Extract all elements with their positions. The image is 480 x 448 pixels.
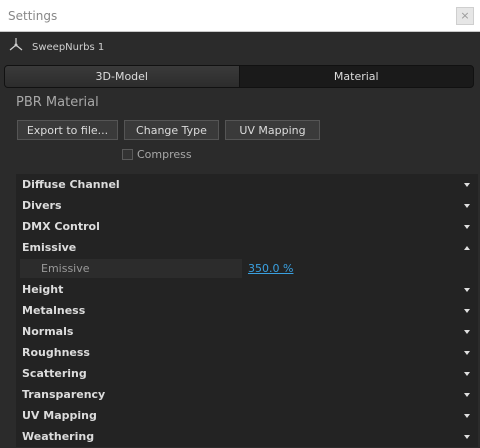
window-title: Settings bbox=[8, 8, 58, 23]
close-button[interactable]: × bbox=[456, 6, 474, 25]
channel-label: Normals bbox=[22, 325, 74, 338]
expand-arrow-icon bbox=[464, 308, 470, 313]
tab-material[interactable]: Material bbox=[240, 66, 474, 87]
expand-arrow-icon bbox=[464, 224, 470, 229]
expand-arrow-icon bbox=[464, 350, 470, 355]
channel-label: Transparency bbox=[22, 388, 106, 401]
channel-label: Weathering bbox=[22, 430, 95, 443]
channel-scattering[interactable]: Scattering bbox=[16, 363, 478, 384]
channel-label: Metalness bbox=[22, 304, 86, 317]
channel-metalness[interactable]: Metalness bbox=[16, 300, 478, 321]
channel-dmx-control[interactable]: DMX Control bbox=[16, 216, 478, 237]
channel-label: Divers bbox=[22, 199, 62, 212]
channel-label: Scattering bbox=[22, 367, 87, 380]
expand-arrow-icon bbox=[464, 392, 470, 397]
compress-row: Compress bbox=[122, 147, 480, 161]
emissive-param-label: Emissive bbox=[41, 262, 90, 275]
sweep-nurbs-icon bbox=[8, 37, 24, 57]
uv-mapping-button[interactable]: UV Mapping bbox=[225, 120, 320, 140]
channel-label: UV Mapping bbox=[22, 409, 97, 422]
object-header: SweepNurbs 1 bbox=[0, 32, 480, 62]
title-bar: Settings × bbox=[0, 0, 480, 32]
compress-label: Compress bbox=[137, 147, 192, 161]
channel-label: Roughness bbox=[22, 346, 90, 359]
expand-arrow-icon bbox=[464, 203, 470, 208]
expand-arrow-icon bbox=[464, 371, 470, 376]
channel-divers[interactable]: Divers bbox=[16, 195, 478, 216]
channel-diffuse[interactable]: Diffuse Channel bbox=[16, 174, 478, 195]
change-type-button[interactable]: Change Type bbox=[124, 120, 219, 140]
channel-transparency[interactable]: Transparency bbox=[16, 384, 478, 405]
channel-uv-mapping[interactable]: UV Mapping bbox=[16, 405, 478, 426]
emissive-param-label-box: Emissive bbox=[20, 259, 242, 278]
expand-arrow-icon bbox=[464, 434, 470, 439]
emissive-param-row: Emissive 350.0 % bbox=[16, 258, 478, 279]
expand-arrow-icon bbox=[464, 329, 470, 334]
channel-label: Emissive bbox=[22, 241, 77, 254]
channel-emissive[interactable]: Emissive bbox=[16, 237, 478, 258]
export-to-file-button[interactable]: Export to file... bbox=[17, 120, 118, 140]
collapse-arrow-icon bbox=[464, 245, 470, 250]
channel-label: Height bbox=[22, 283, 64, 296]
tab-3d-model[interactable]: 3D-Model bbox=[5, 66, 240, 87]
channel-weathering[interactable]: Weathering bbox=[16, 426, 478, 447]
channel-list: Diffuse Channel Divers DMX Control Emiss… bbox=[16, 174, 478, 447]
channel-height[interactable]: Height bbox=[16, 279, 478, 300]
emissive-value-field[interactable]: 350.0 % bbox=[248, 262, 293, 275]
settings-window: Settings × SweepNurbs 1 3D-Model Materia… bbox=[0, 0, 480, 448]
section-title: PBR Material bbox=[16, 95, 99, 110]
expand-arrow-icon bbox=[464, 182, 470, 187]
expand-arrow-icon bbox=[464, 413, 470, 418]
object-name: SweepNurbs 1 bbox=[32, 41, 105, 53]
channel-label: DMX Control bbox=[22, 220, 100, 233]
material-actions: Export to file... Change Type UV Mapping bbox=[0, 113, 480, 140]
channel-normals[interactable]: Normals bbox=[16, 321, 478, 342]
expand-arrow-icon bbox=[464, 287, 470, 292]
channel-label: Diffuse Channel bbox=[22, 178, 120, 191]
compress-checkbox[interactable] bbox=[122, 148, 133, 160]
channel-roughness[interactable]: Roughness bbox=[16, 342, 478, 363]
tab-bar: 3D-Model Material bbox=[4, 65, 474, 88]
